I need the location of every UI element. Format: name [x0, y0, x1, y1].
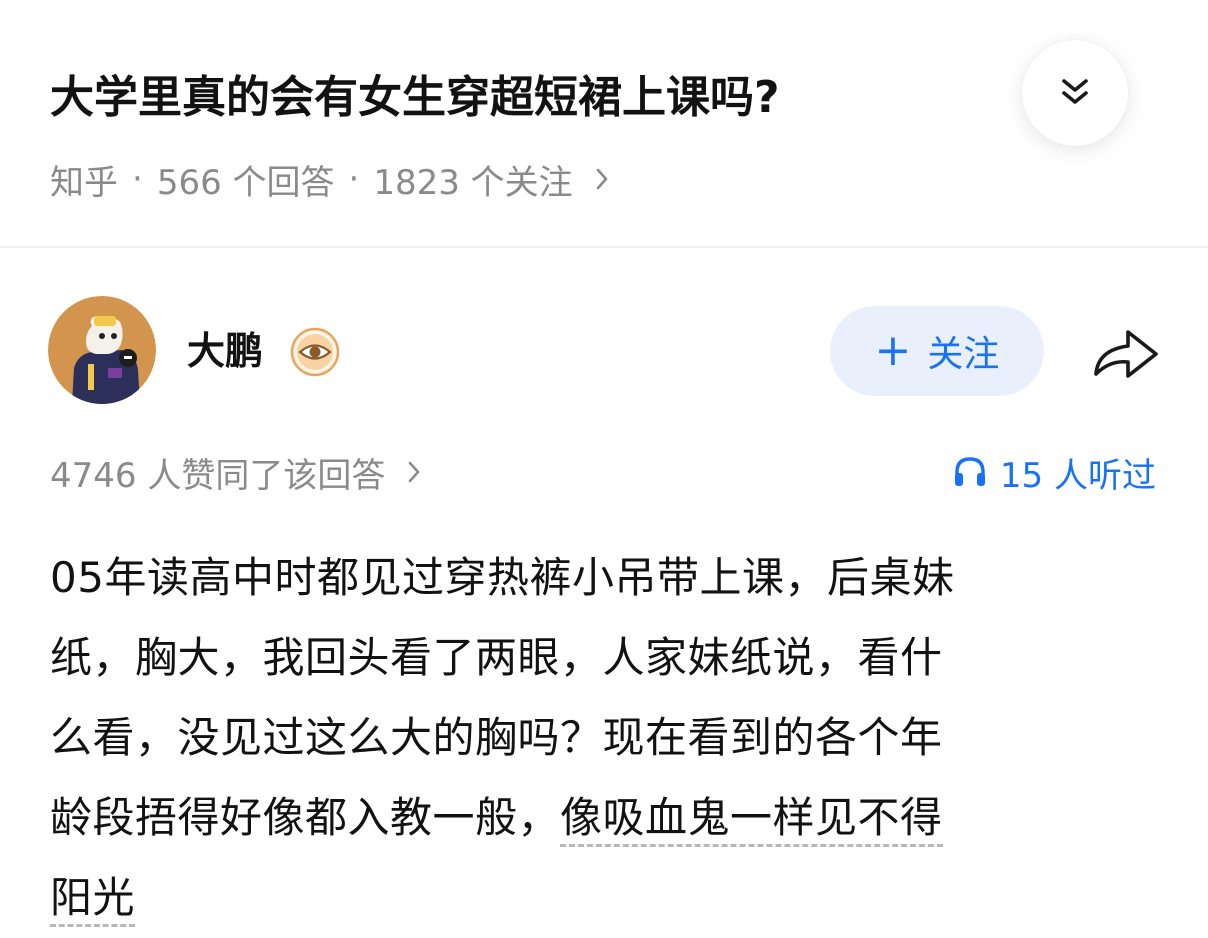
share-button[interactable] [1088, 320, 1164, 384]
question-title[interactable]: 大学里真的会有女生穿超短裙上课吗? [50, 62, 1000, 134]
eye-badge-icon [290, 327, 340, 377]
answer-text-segment: 龄段捂得好像都入教一般， [50, 793, 561, 842]
upvote-count-text: 4746 人赞同了该回答 [50, 455, 386, 496]
answer-text-line: 阳光 [50, 858, 1150, 938]
search-keyword-link[interactable]: 像吸血鬼一样见不得 [560, 793, 943, 847]
follow-button[interactable]: + 关注 [830, 306, 1044, 396]
answer-text-line: 05年读高中时都见过穿热裤小吊带上课，后桌妹 [50, 553, 955, 602]
chevron-right-icon [595, 167, 609, 191]
followers-count: 1823 个关注 [373, 162, 573, 203]
section-divider [0, 246, 1208, 248]
chevron-right-icon [407, 460, 421, 484]
answers-count: 566 个回答 [156, 162, 335, 203]
search-keyword-link[interactable]: 阳光 [50, 873, 136, 927]
headphone-icon [952, 454, 988, 490]
author-avatar[interactable] [48, 296, 156, 404]
meta-separator: · [348, 159, 360, 199]
listen-button[interactable]: 15 人听过 [952, 446, 1156, 498]
answer-text-line: 纸，胸大，我回头看了两眼，人家妹纸说，看什 [50, 633, 943, 682]
meta-separator: · [132, 159, 143, 199]
plus-icon: + [874, 325, 912, 376]
question-meta[interactable]: 知乎 · 566 个回答 · 1823 个关注 [50, 152, 609, 206]
follow-label: 关注 [927, 334, 1000, 375]
source-label: 知乎 [50, 162, 118, 203]
answer-text-line: 龄段捂得好像都入教一般，像吸血鬼一样见不得 [50, 778, 1150, 858]
answer-content: 05年读高中时都见过穿热裤小吊带上课，后桌妹 纸，胸大，我回头看了两眼，人家妹纸… [50, 538, 1150, 938]
answer-text-line: 么看，没见过这么大的胸吗？现在看到的各个年 [50, 713, 943, 762]
share-arrow-icon [1088, 320, 1164, 384]
author-name[interactable]: 大鹏 [187, 326, 263, 376]
collapse-button[interactable] [1022, 40, 1128, 146]
upvote-summary[interactable]: 4746 人赞同了该回答 [50, 446, 421, 498]
listened-count-text: 15 人听过 [999, 455, 1156, 496]
double-chevron-down-icon [1058, 76, 1092, 110]
